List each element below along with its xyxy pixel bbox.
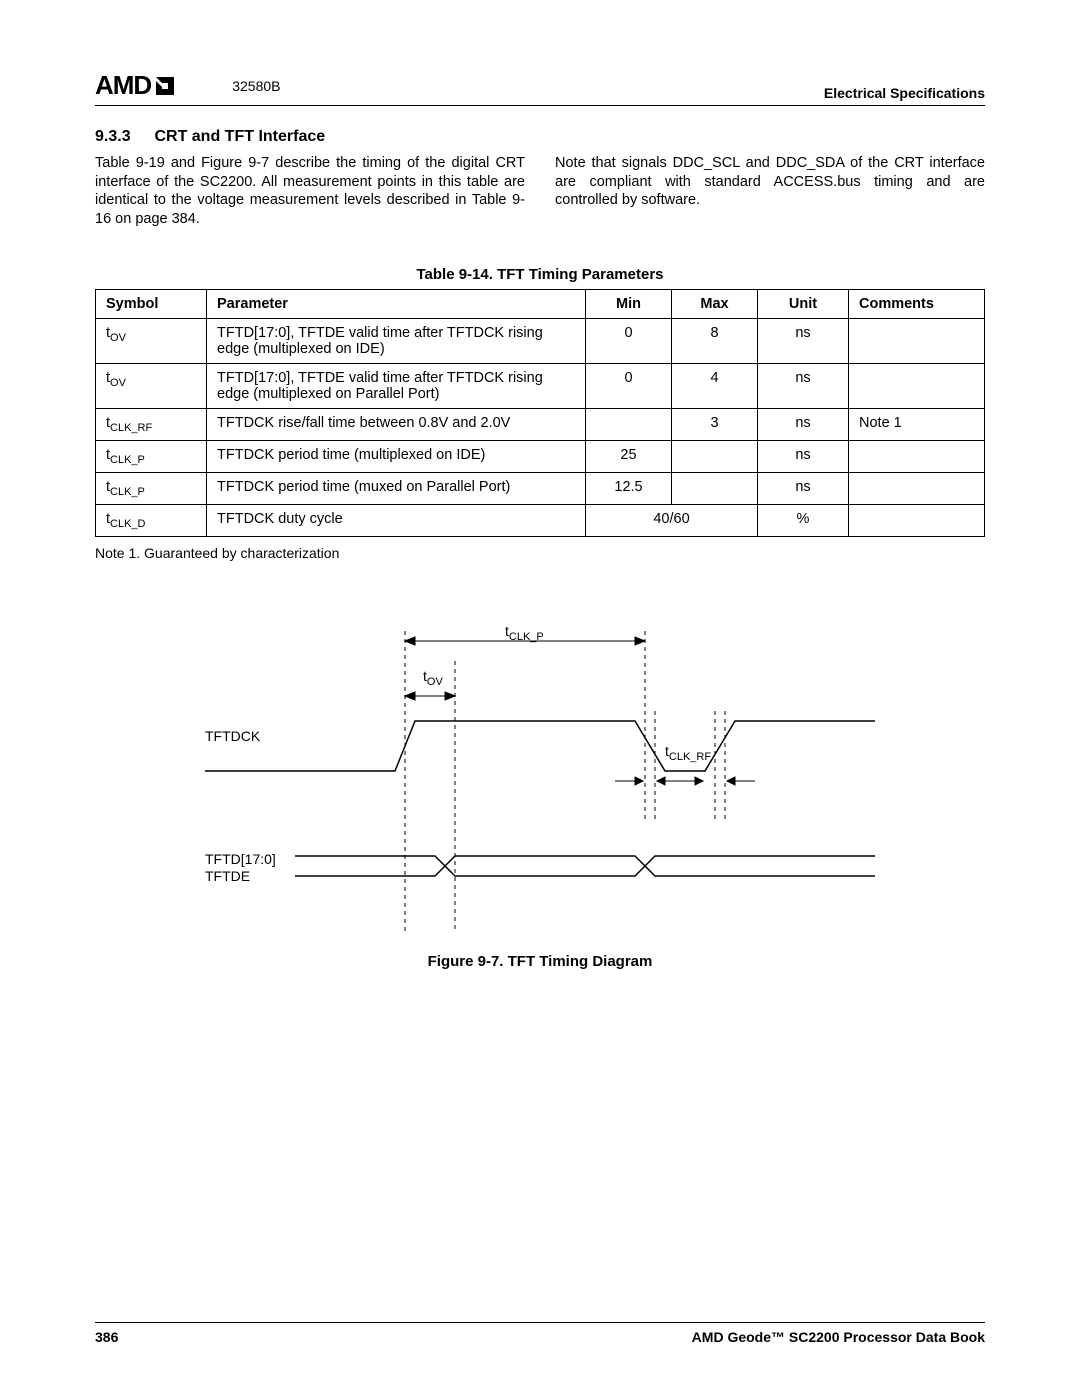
- table-row: tCLK_PTFTDCK period time (multiplexed on…: [96, 441, 985, 473]
- table-caption: Table 9-14. TFT Timing Parameters: [95, 266, 985, 283]
- section-heading: 9.3.3 CRT and TFT Interface: [95, 128, 985, 146]
- col-symbol: Symbol: [96, 290, 207, 319]
- col-comments: Comments: [849, 290, 985, 319]
- header-section-title: Electrical Specifications: [824, 85, 985, 101]
- page-number: 386: [95, 1329, 118, 1345]
- body-left-column: Table 9-19 and Figure 9-7 describe the t…: [95, 154, 525, 228]
- table-row: tCLK_PTFTDCK period time (muxed on Paral…: [96, 472, 985, 504]
- tftde-label: TFTDE: [205, 868, 250, 884]
- section-title: CRT and TFT Interface: [154, 128, 325, 145]
- col-unit: Unit: [758, 290, 849, 319]
- figure-caption: Figure 9-7. TFT Timing Diagram: [95, 953, 985, 970]
- timing-diagram: tCLK_P tOV TFTDCK tCLK_RF: [95, 621, 985, 941]
- table-row: tOVTFTD[17:0], TFTDE valid time after TF…: [96, 319, 985, 364]
- col-parameter: Parameter: [207, 290, 586, 319]
- table-row: tCLK_RFTFTDCK rise/fall time between 0.8…: [96, 409, 985, 441]
- page-header: AMD 32580B Electrical Specifications: [95, 70, 985, 106]
- table-row: tOVTFTD[17:0], TFTDE valid time after TF…: [96, 364, 985, 409]
- tclk-rf-label: tCLK_RF: [665, 743, 711, 763]
- amd-arrow-icon: [153, 74, 177, 98]
- table-note: Note 1. Guaranteed by characterization: [95, 545, 985, 561]
- footer-title: AMD Geode™ SC2200 Processor Data Book: [692, 1329, 985, 1345]
- tov-label: tOV: [423, 668, 443, 688]
- col-min: Min: [586, 290, 672, 319]
- col-max: Max: [672, 290, 758, 319]
- body-right-column: Note that signals DDC_SCL and DDC_SDA of…: [555, 154, 985, 228]
- table-header-row: Symbol Parameter Min Max Unit Comments: [96, 290, 985, 319]
- doc-number: 32580B: [232, 78, 280, 94]
- table-row: tCLK_DTFTDCK duty cycle40/60%: [96, 504, 985, 536]
- tftdck-label: TFTDCK: [205, 728, 261, 744]
- section-number: 9.3.3: [95, 128, 150, 146]
- timing-parameters-table: Symbol Parameter Min Max Unit Comments t…: [95, 289, 985, 537]
- body-columns: Table 9-19 and Figure 9-7 describe the t…: [95, 154, 985, 228]
- page-footer: 386 AMD Geode™ SC2200 Processor Data Boo…: [95, 1322, 985, 1345]
- amd-logo: AMD: [95, 70, 177, 101]
- tftd-label: TFTD[17:0]: [205, 851, 276, 867]
- tclk-p-label: tCLK_P: [505, 623, 544, 643]
